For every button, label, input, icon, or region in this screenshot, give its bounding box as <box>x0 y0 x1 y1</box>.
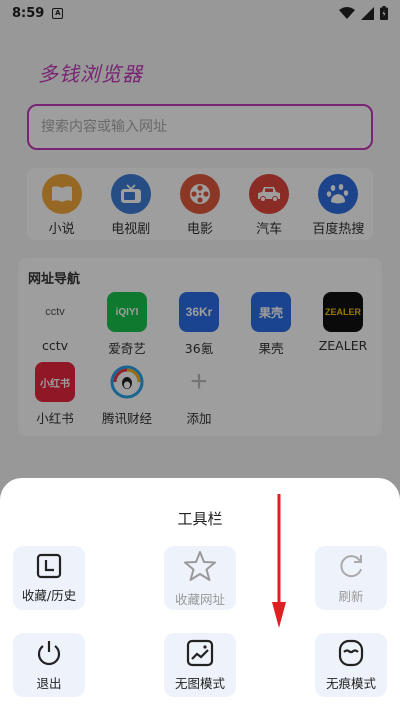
tool-label: 无图模式 <box>174 675 225 691</box>
refresh-icon <box>340 554 362 577</box>
power-icon <box>37 640 61 665</box>
favorites-history-button[interactable]: 收藏/历史 <box>13 546 85 610</box>
no-image-mode-button[interactable]: 无图模式 <box>164 633 236 697</box>
no-image-icon <box>186 639 214 666</box>
incognito-mode-button[interactable]: 无痕模式 <box>315 633 387 697</box>
exit-button[interactable]: 退出 <box>13 633 85 697</box>
tool-label: 收藏网址 <box>174 591 225 607</box>
tool-label: 刷新 <box>338 588 364 604</box>
tool-label: 收藏/历史 <box>21 587 77 603</box>
tool-label: 无痕模式 <box>325 675 376 691</box>
toolbar-sheet: 工具栏 收藏/历史 收藏网址 刷新 退出 无图模式 无痕模式 <box>0 478 400 710</box>
tool-label: 退出 <box>36 675 62 691</box>
incognito-mask-icon <box>338 639 364 666</box>
bookmark-history-icon <box>36 553 62 578</box>
bookmark-url-button[interactable]: 收藏网址 <box>164 546 236 610</box>
toolbar-title: 工具栏 <box>177 510 223 528</box>
star-icon <box>184 550 216 581</box>
refresh-button[interactable]: 刷新 <box>315 546 387 610</box>
down-arrow-annotation <box>272 494 286 628</box>
